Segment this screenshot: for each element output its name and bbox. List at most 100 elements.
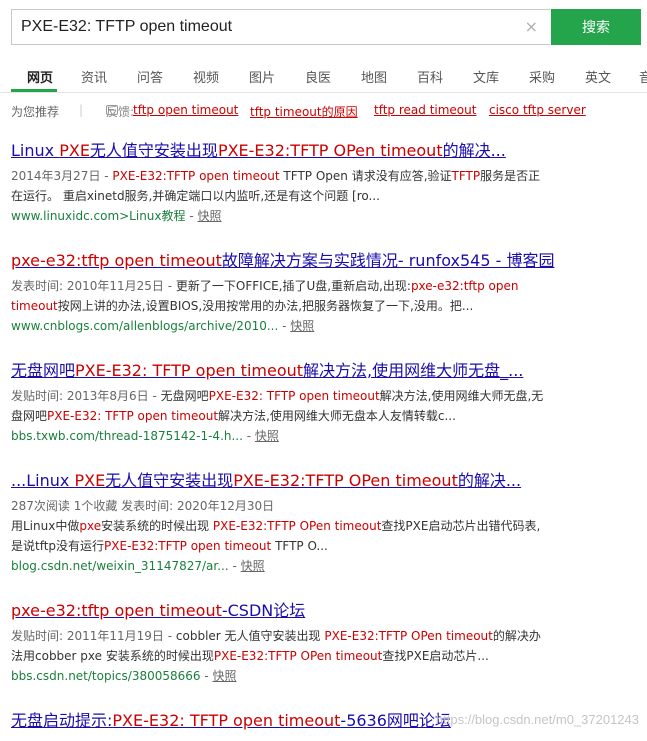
tab-map[interactable]: 地图	[361, 67, 387, 86]
keyword-highlight: PXE-E32:TFTP OPen timeout	[233, 471, 458, 490]
result-url-line: bbs.txwb.com/thread-1875142-1-4.h... - 快…	[11, 426, 641, 446]
snippet-text: 发贴时间: 2011年11月19日 - cobbler 无人值守安装出现 PXE…	[11, 626, 551, 666]
keyword-highlight: PXE-E32: TFTP open timeout	[47, 409, 219, 423]
tab-web[interactable]: 网页	[27, 67, 53, 86]
recommendation-bar: 为您推荐 | 反馈: tftp open timeout tftp timeou…	[11, 103, 641, 121]
title-text: 的解决...	[457, 471, 522, 490]
result-url: bbs.txwb.com/thread-1875142-1-4.h...	[11, 429, 243, 443]
result-url-line: bbs.csdn.net/topics/380058666 - 快照	[11, 666, 641, 686]
separator: -	[278, 319, 291, 333]
keyword-highlight: PXE-E32:TFTP open timeout	[112, 169, 280, 183]
result-url: www.linuxidc.com>Linux教程	[11, 209, 186, 223]
title-text: -5636网吧论坛	[340, 711, 451, 730]
result-url: www.cnblogs.com/allenblogs/archive/2010.…	[11, 319, 279, 333]
search-result: pxe-e32:tftp open timeout-CSDN论坛发贴时间: 20…	[11, 601, 641, 686]
category-nav: 网页 资讯 问答 视频 图片 良医 地图 百科 文库 采购 英文 音	[0, 60, 647, 93]
title-text: -CSDN论坛	[221, 601, 306, 620]
tab-qa[interactable]: 问答	[137, 67, 163, 86]
snippet-fragment: 查找PXE启动芯片...	[382, 649, 489, 663]
snippet-fragment: TFTP O...	[271, 539, 328, 553]
snippet-fragment: 发表时间: 2010年11月25日 -	[11, 279, 176, 293]
keyword-highlight: PXE	[59, 141, 90, 160]
snippet-fragment: 安装系统的时候出现	[101, 519, 213, 533]
search-result: pxe-e32:tftp open timeout故障解决方案与实践情况- ru…	[11, 251, 641, 336]
search-result: ...Linux PXE无人值守安装出现PXE-E32:TFTP OPen ti…	[11, 471, 641, 576]
result-url-line: www.linuxidc.com>Linux教程 - 快照	[11, 206, 641, 226]
snippet-text: 用Linux中做pxe安装系统的时候出现 PXE-E32:TFTP OPen t…	[11, 516, 551, 556]
result-title-link[interactable]: pxe-e32:tftp open timeout故障解决方案与实践情况- ru…	[11, 251, 641, 271]
snippet-fragment: 无盘网吧	[160, 389, 209, 403]
snippet-fragment: cobbler 无人值守安装出现	[175, 629, 325, 643]
snippet-text: 2014年3月27日 - PXE-E32:TFTP open timeout T…	[11, 166, 551, 206]
result-url: blog.csdn.net/weixin_31147827/ar...	[11, 559, 229, 573]
title-text: ...Linux	[11, 471, 75, 490]
separator: -	[200, 669, 213, 683]
tab-shopping[interactable]: 采购	[529, 67, 555, 86]
recommend-link[interactable]: tftp open timeout	[133, 103, 238, 117]
keyword-highlight: PXE-E32:TFTP open timeout	[104, 539, 272, 553]
search-result: 无盘网吧PXE-E32: TFTP open timeout解决方法,使用网维大…	[11, 361, 641, 446]
tab-english[interactable]: 英文	[585, 67, 611, 86]
snapshot-link[interactable]: 快照	[241, 559, 265, 573]
keyword-highlight: PXE-E32: TFTP open timeout	[112, 711, 341, 730]
tab-music[interactable]: 音	[639, 67, 647, 86]
result-meta: 287次阅读 1个收藏 发表时间: 2020年12月30日	[11, 499, 275, 513]
result-title-link[interactable]: Linux PXE无人值守安装出现PXE-E32:TFTP OPen timeo…	[11, 141, 641, 161]
keyword-highlight: PXE-E32:TFTP OPen timeout	[324, 629, 493, 643]
snapshot-link[interactable]: 快照	[198, 209, 222, 223]
separator: -	[242, 429, 255, 443]
search-bar: × 搜索	[11, 9, 641, 45]
keyword-highlight: PXE-E32:TFTP OPen timeout	[212, 519, 382, 533]
result-snippet: 发贴时间: 2013年8月6日 - 无盘网吧PXE-E32: TFTP open…	[11, 386, 551, 426]
title-text: 无盘网吧	[11, 361, 76, 380]
divider: |	[79, 103, 84, 117]
title-text: Linux	[11, 141, 60, 160]
tab-news[interactable]: 资讯	[81, 67, 107, 86]
snippet-fragment: 更新了一下OFFICE,插了U盘,重新启动,出现:	[175, 279, 411, 293]
snippet-fragment: 发贴时间: 2011年11月19日 -	[11, 629, 176, 643]
result-url-line: blog.csdn.net/weixin_31147827/ar... - 快照	[11, 556, 641, 576]
title-text: 故障解决方案与实践情况- runfox545 - 博客园	[221, 251, 555, 270]
snippet-fragment: 2014年3月27日 -	[11, 169, 113, 183]
title-text: 无盘启动提示:	[11, 711, 113, 730]
separator: -	[228, 559, 241, 573]
search-box[interactable]: ×	[11, 9, 550, 45]
snippet-text: 发表时间: 2010年11月25日 - 更新了一下OFFICE,插了U盘,重新启…	[11, 276, 551, 316]
result-title-link[interactable]: ...Linux PXE无人值守安装出现PXE-E32:TFTP OPen ti…	[11, 471, 641, 491]
snippet-fragment: 按网上讲的办法,设置BIOS,没用按常用的办法,把服务器恢复了一下,没用。把..…	[57, 299, 474, 313]
snapshot-link[interactable]: 快照	[290, 319, 314, 333]
recommend-link[interactable]: tftp read timeout	[374, 103, 476, 117]
keyword-highlight: PXE	[74, 471, 106, 490]
recommend-label: 为您推荐	[11, 105, 60, 119]
title-text: 解决方法,使用网维大师无盘_...	[303, 361, 524, 380]
result-snippet: 发贴时间: 2011年11月19日 - cobbler 无人值守安装出现 PXE…	[11, 626, 551, 666]
title-text: 无人值守安装出现	[105, 471, 234, 490]
search-result: Linux PXE无人值守安装出现PXE-E32:TFTP OPen timeo…	[11, 141, 641, 226]
tab-wenku[interactable]: 文库	[473, 67, 499, 86]
snapshot-link[interactable]: 快照	[255, 429, 279, 443]
keyword-highlight: PXE-E32:TFTP OPen timeout	[213, 649, 383, 663]
result-url-line: www.cnblogs.com/allenblogs/archive/2010.…	[11, 316, 641, 336]
keyword-highlight: PXE-E32: TFTP open timeout	[75, 361, 304, 380]
search-input[interactable]	[21, 18, 516, 36]
recommend-link[interactable]: cisco tftp server	[489, 103, 586, 117]
watermark: https://blog.csdn.net/m0_37201243	[435, 712, 639, 727]
keyword-highlight: pxe	[79, 519, 102, 533]
feedback-link[interactable]: 反馈:	[89, 103, 134, 120]
keyword-highlight: PXE-E32:TFTP OPen timeout	[217, 141, 443, 160]
keyword-highlight: pxe-e32:tftp open timeout	[11, 251, 222, 270]
tab-baike[interactable]: 百科	[417, 67, 443, 86]
search-button[interactable]: 搜索	[551, 9, 641, 45]
clear-icon[interactable]: ×	[525, 18, 538, 36]
snapshot-link[interactable]: 快照	[213, 669, 237, 683]
active-tab-indicator	[11, 89, 57, 92]
result-title-link[interactable]: pxe-e32:tftp open timeout-CSDN论坛	[11, 601, 641, 621]
result-title-link[interactable]: 无盘网吧PXE-E32: TFTP open timeout解决方法,使用网维大…	[11, 361, 641, 381]
title-text: 无人值守安装出现	[89, 141, 218, 160]
tab-images[interactable]: 图片	[249, 67, 275, 86]
tab-health[interactable]: 良医	[305, 67, 331, 86]
separator: -	[185, 209, 198, 223]
recommend-link[interactable]: tftp timeout的原因	[250, 103, 358, 120]
tab-video[interactable]: 视频	[193, 67, 219, 86]
snippet-fragment: 解决方法,使用网维大师无盘本人友情转载c...	[218, 409, 456, 423]
